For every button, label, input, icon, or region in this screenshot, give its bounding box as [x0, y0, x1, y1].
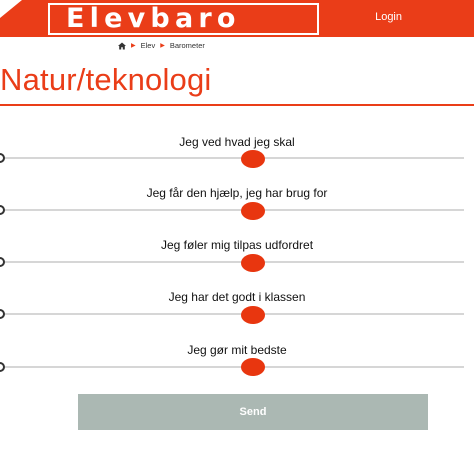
login-link[interactable]: Login: [375, 11, 402, 23]
send-button[interactable]: Send: [78, 394, 428, 430]
top-bar: Elevbaro Login: [0, 0, 474, 37]
slider-min-handle: [0, 257, 5, 267]
slider-track[interactable]: [0, 366, 464, 368]
question-label: Jeg gør mit bedste: [187, 343, 287, 357]
question-label: Jeg føler mig tilpas udfordret: [160, 238, 314, 252]
breadcrumb: ▶ Elev ▶ Barometer: [118, 40, 205, 52]
page: Elevbaro Login ▶ Elev ▶ Barometer Natur/…: [0, 0, 474, 474]
slider-thumb[interactable]: [241, 202, 265, 220]
question-label: Jeg ved hvad jeg skal: [179, 135, 295, 149]
slider-track[interactable]: [0, 157, 464, 159]
logo[interactable]: Elevbaro: [66, 2, 241, 35]
page-title: Natur/teknologi: [0, 62, 212, 97]
slider-min-handle: [0, 205, 5, 215]
question-label: Jeg får den hjælp, jeg har brug for: [146, 186, 328, 200]
slider-min-handle: [0, 362, 5, 372]
slider-track[interactable]: [0, 209, 464, 211]
breadcrumb-item-barometer: Barometer: [169, 41, 205, 50]
breadcrumb-separator-icon: ▶: [160, 43, 165, 49]
home-icon[interactable]: [118, 42, 126, 50]
breadcrumb-item-elev[interactable]: Elev: [141, 40, 156, 52]
slider-track[interactable]: [0, 313, 464, 315]
title-divider: [0, 104, 474, 106]
breadcrumb-separator-icon: ▶: [131, 43, 136, 49]
slider-min-handle: [0, 153, 5, 163]
slider-thumb[interactable]: [241, 150, 265, 168]
slider-min-handle: [0, 309, 5, 319]
slider-thumb[interactable]: [241, 306, 265, 324]
slider-thumb[interactable]: [241, 358, 265, 376]
slider-track[interactable]: [0, 261, 464, 263]
corner-notch: [0, 0, 22, 18]
slider-thumb[interactable]: [241, 254, 265, 272]
question-label: Jeg har det godt i klassen: [168, 290, 306, 304]
